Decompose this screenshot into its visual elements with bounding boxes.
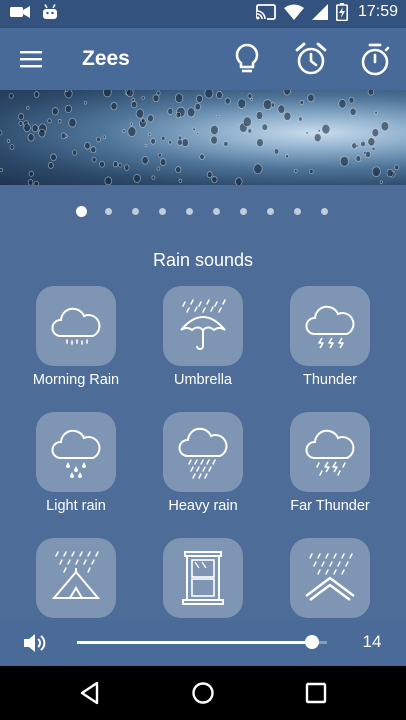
menu-button[interactable] — [18, 48, 44, 70]
carousel-dot[interactable] — [294, 208, 301, 215]
wifi-icon — [283, 4, 304, 20]
tile-label: Light rain — [46, 498, 106, 514]
tips-button[interactable] — [230, 41, 264, 77]
tile-icon-bg — [290, 286, 370, 366]
video-camera-icon — [10, 6, 30, 18]
status-bar: 17:59 — [0, 0, 406, 28]
volume-slider-fill — [77, 641, 312, 644]
volume-bar: 14 — [0, 620, 406, 666]
android-icon — [43, 4, 57, 19]
status-time: 17:59 — [357, 3, 398, 20]
carousel-dot[interactable] — [186, 208, 193, 215]
carousel-dot[interactable] — [132, 208, 139, 215]
tile-icon-bg — [163, 412, 243, 492]
tile-label: Umbrella — [173, 372, 232, 388]
menu-icon — [20, 51, 42, 68]
back-icon — [80, 681, 99, 705]
signal-icon — [311, 4, 328, 20]
roof-rain-icon — [305, 553, 355, 601]
system-nav-bar — [0, 666, 406, 720]
sound-tile-far-thunder[interactable]: Far Thunder — [270, 412, 390, 522]
back-button[interactable] — [77, 679, 105, 707]
timer-button[interactable] — [358, 41, 392, 77]
recents-button[interactable] — [302, 679, 330, 707]
tile-icon-bg — [36, 412, 116, 492]
tile-icon-bg — [36, 286, 116, 366]
home-icon — [192, 682, 214, 704]
app-title: Zees — [82, 47, 130, 70]
alarm-button[interactable] — [294, 41, 328, 77]
alarm-clock-icon — [295, 42, 327, 75]
carousel-dot[interactable] — [240, 208, 247, 215]
tile-icon-bg — [163, 538, 243, 618]
sound-tile-light-rain[interactable]: Light rain — [16, 412, 136, 522]
volume-slider-thumb[interactable] — [305, 635, 319, 649]
tile-icon-bg — [36, 538, 116, 618]
cloud-drizzle-icon — [51, 307, 101, 345]
cloud-far-thunder-icon — [305, 429, 355, 476]
rain-banner-image[interactable] — [0, 90, 406, 185]
mute-button[interactable] — [22, 630, 48, 656]
home-button[interactable] — [189, 679, 217, 707]
tile-label: Heavy rain — [168, 498, 238, 514]
tile-icon-bg — [290, 412, 370, 492]
carousel-dot[interactable] — [159, 208, 166, 215]
sound-tile-heavy-rain[interactable]: Heavy rain — [143, 412, 263, 522]
sound-tile-thunder[interactable]: Thunder — [270, 286, 390, 396]
volume-slider[interactable] — [77, 635, 327, 649]
tent-rain-icon — [51, 551, 101, 599]
speaker-icon — [24, 634, 46, 652]
app-bar: Zees — [0, 28, 406, 90]
sound-tile-umbrella[interactable]: Umbrella — [143, 286, 263, 396]
carousel-dot[interactable] — [321, 208, 328, 215]
carousel-dot[interactable] — [267, 208, 274, 215]
carousel-dot[interactable] — [213, 208, 220, 215]
stopwatch-icon — [361, 43, 390, 76]
volume-value: 14 — [362, 632, 382, 651]
cloud-light-rain-icon — [51, 429, 101, 478]
raindrops-image — [0, 90, 400, 185]
tile-label: Morning Rain — [32, 372, 120, 388]
battery-charging-icon — [335, 3, 348, 21]
lightbulb-icon — [235, 43, 259, 73]
window-rain-icon — [182, 551, 224, 605]
umbrella-rain-icon — [180, 299, 226, 350]
tile-label: Thunder — [302, 372, 357, 388]
tile-icon-bg — [290, 538, 370, 618]
cloud-heavy-rain-icon — [178, 427, 228, 479]
carousel-dot[interactable] — [76, 206, 87, 217]
recents-icon — [305, 682, 327, 704]
tile-label: Far Thunder — [290, 498, 370, 514]
cast-icon — [256, 4, 276, 20]
tile-icon-bg — [163, 286, 243, 366]
carousel-page-indicator — [0, 205, 406, 219]
section-title: Rain sounds — [152, 250, 254, 270]
cloud-thunder-icon — [305, 305, 355, 349]
carousel-dot[interactable] — [105, 208, 112, 215]
sound-tile-morning-rain[interactable]: Morning Rain — [16, 286, 136, 396]
